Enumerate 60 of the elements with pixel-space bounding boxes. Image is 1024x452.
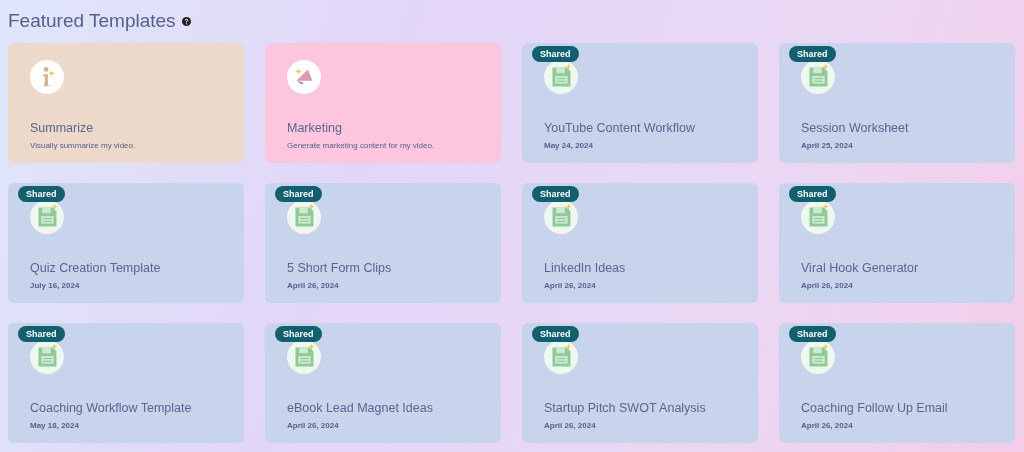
card-subtitle: April 26, 2024 [287, 421, 340, 430]
card-title: LinkedIn Ideas [544, 261, 627, 275]
card-subtitle: Visually summarize my video. [30, 141, 137, 150]
card-title: Startup Pitch SWOT Analysis [544, 401, 707, 415]
template-card[interactable]: Shared Coaching Follow Up Email April 26, 2024 [779, 323, 1015, 443]
card-title: 5 Short Form Clips [287, 261, 393, 275]
template-card[interactable]: Shared Session Worksheet April 25, 2024 [779, 43, 1015, 163]
section-title: Featured Templates [8, 10, 176, 32]
card-subtitle: April 26, 2024 [801, 421, 854, 430]
card-subtitle: April 26, 2024 [544, 421, 597, 430]
card-title: Marketing [287, 121, 343, 135]
info-icon [30, 60, 64, 94]
template-card[interactable]: Shared LinkedIn Ideas April 26, 2024 [522, 183, 758, 303]
card-subtitle: Generate marketing content for my video. [287, 141, 436, 150]
card-title: YouTube Content Workflow [544, 121, 696, 135]
card-subtitle: May 24, 2024 [544, 141, 594, 150]
card-subtitle: May 18, 2024 [30, 421, 80, 430]
shared-badge: Shared [532, 46, 579, 62]
floppy-disk-icon [544, 340, 578, 374]
floppy-disk-icon [30, 200, 64, 234]
shared-badge: Shared [532, 186, 579, 202]
shared-badge: Shared [532, 326, 579, 342]
template-card[interactable]: Shared 5 Short Form Clips April 26, 2024 [265, 183, 501, 303]
megaphone-icon [287, 60, 321, 94]
floppy-disk-icon [801, 60, 835, 94]
template-card[interactable]: Summarize Visually summarize my video. [8, 43, 244, 163]
shared-badge: Shared [275, 186, 322, 202]
card-title: Viral Hook Generator [801, 261, 920, 275]
floppy-disk-icon [287, 340, 321, 374]
template-card[interactable]: Shared Quiz Creation Template July 16, 2024 [8, 183, 244, 303]
card-subtitle: July 16, 2024 [30, 281, 81, 290]
shared-badge: Shared [18, 186, 65, 202]
shared-badge: Shared [18, 326, 65, 342]
card-subtitle: April 26, 2024 [544, 281, 597, 290]
template-card[interactable]: Shared Coaching Workflow Template May 18, 2024 [8, 323, 244, 443]
card-subtitle: April 26, 2024 [801, 281, 854, 290]
template-card[interactable]: Shared YouTube Content Workflow May 24, 2024 [522, 43, 758, 163]
card-title: Coaching Follow Up Email [801, 401, 949, 415]
card-title: Summarize [30, 121, 95, 135]
card-title: Session Worksheet [801, 121, 910, 135]
floppy-disk-icon [287, 200, 321, 234]
shared-badge: Shared [789, 326, 836, 342]
card-title: eBook Lead Magnet Ideas [287, 401, 434, 415]
card-title: Quiz Creation Template [30, 261, 162, 275]
card-subtitle: April 25, 2024 [801, 141, 854, 150]
template-card[interactable]: Marketing Generate marketing content for my video. [265, 43, 501, 163]
template-card[interactable]: Shared eBook Lead Magnet Ideas April 26, 2024 [265, 323, 501, 443]
floppy-disk-icon [544, 60, 578, 94]
floppy-disk-icon [801, 200, 835, 234]
template-card[interactable]: Shared Startup Pitch SWOT Analysis April 26, 2024 [522, 323, 758, 443]
floppy-disk-icon [544, 200, 578, 234]
floppy-disk-icon [30, 340, 64, 374]
shared-badge: Shared [789, 186, 836, 202]
help-icon[interactable] [181, 16, 191, 26]
card-subtitle: April 26, 2024 [287, 281, 340, 290]
template-card[interactable]: Shared Viral Hook Generator April 26, 2024 [779, 183, 1015, 303]
card-title: Coaching Workflow Template [30, 401, 193, 415]
shared-badge: Shared [275, 326, 322, 342]
floppy-disk-icon [801, 340, 835, 374]
shared-badge: Shared [789, 46, 836, 62]
